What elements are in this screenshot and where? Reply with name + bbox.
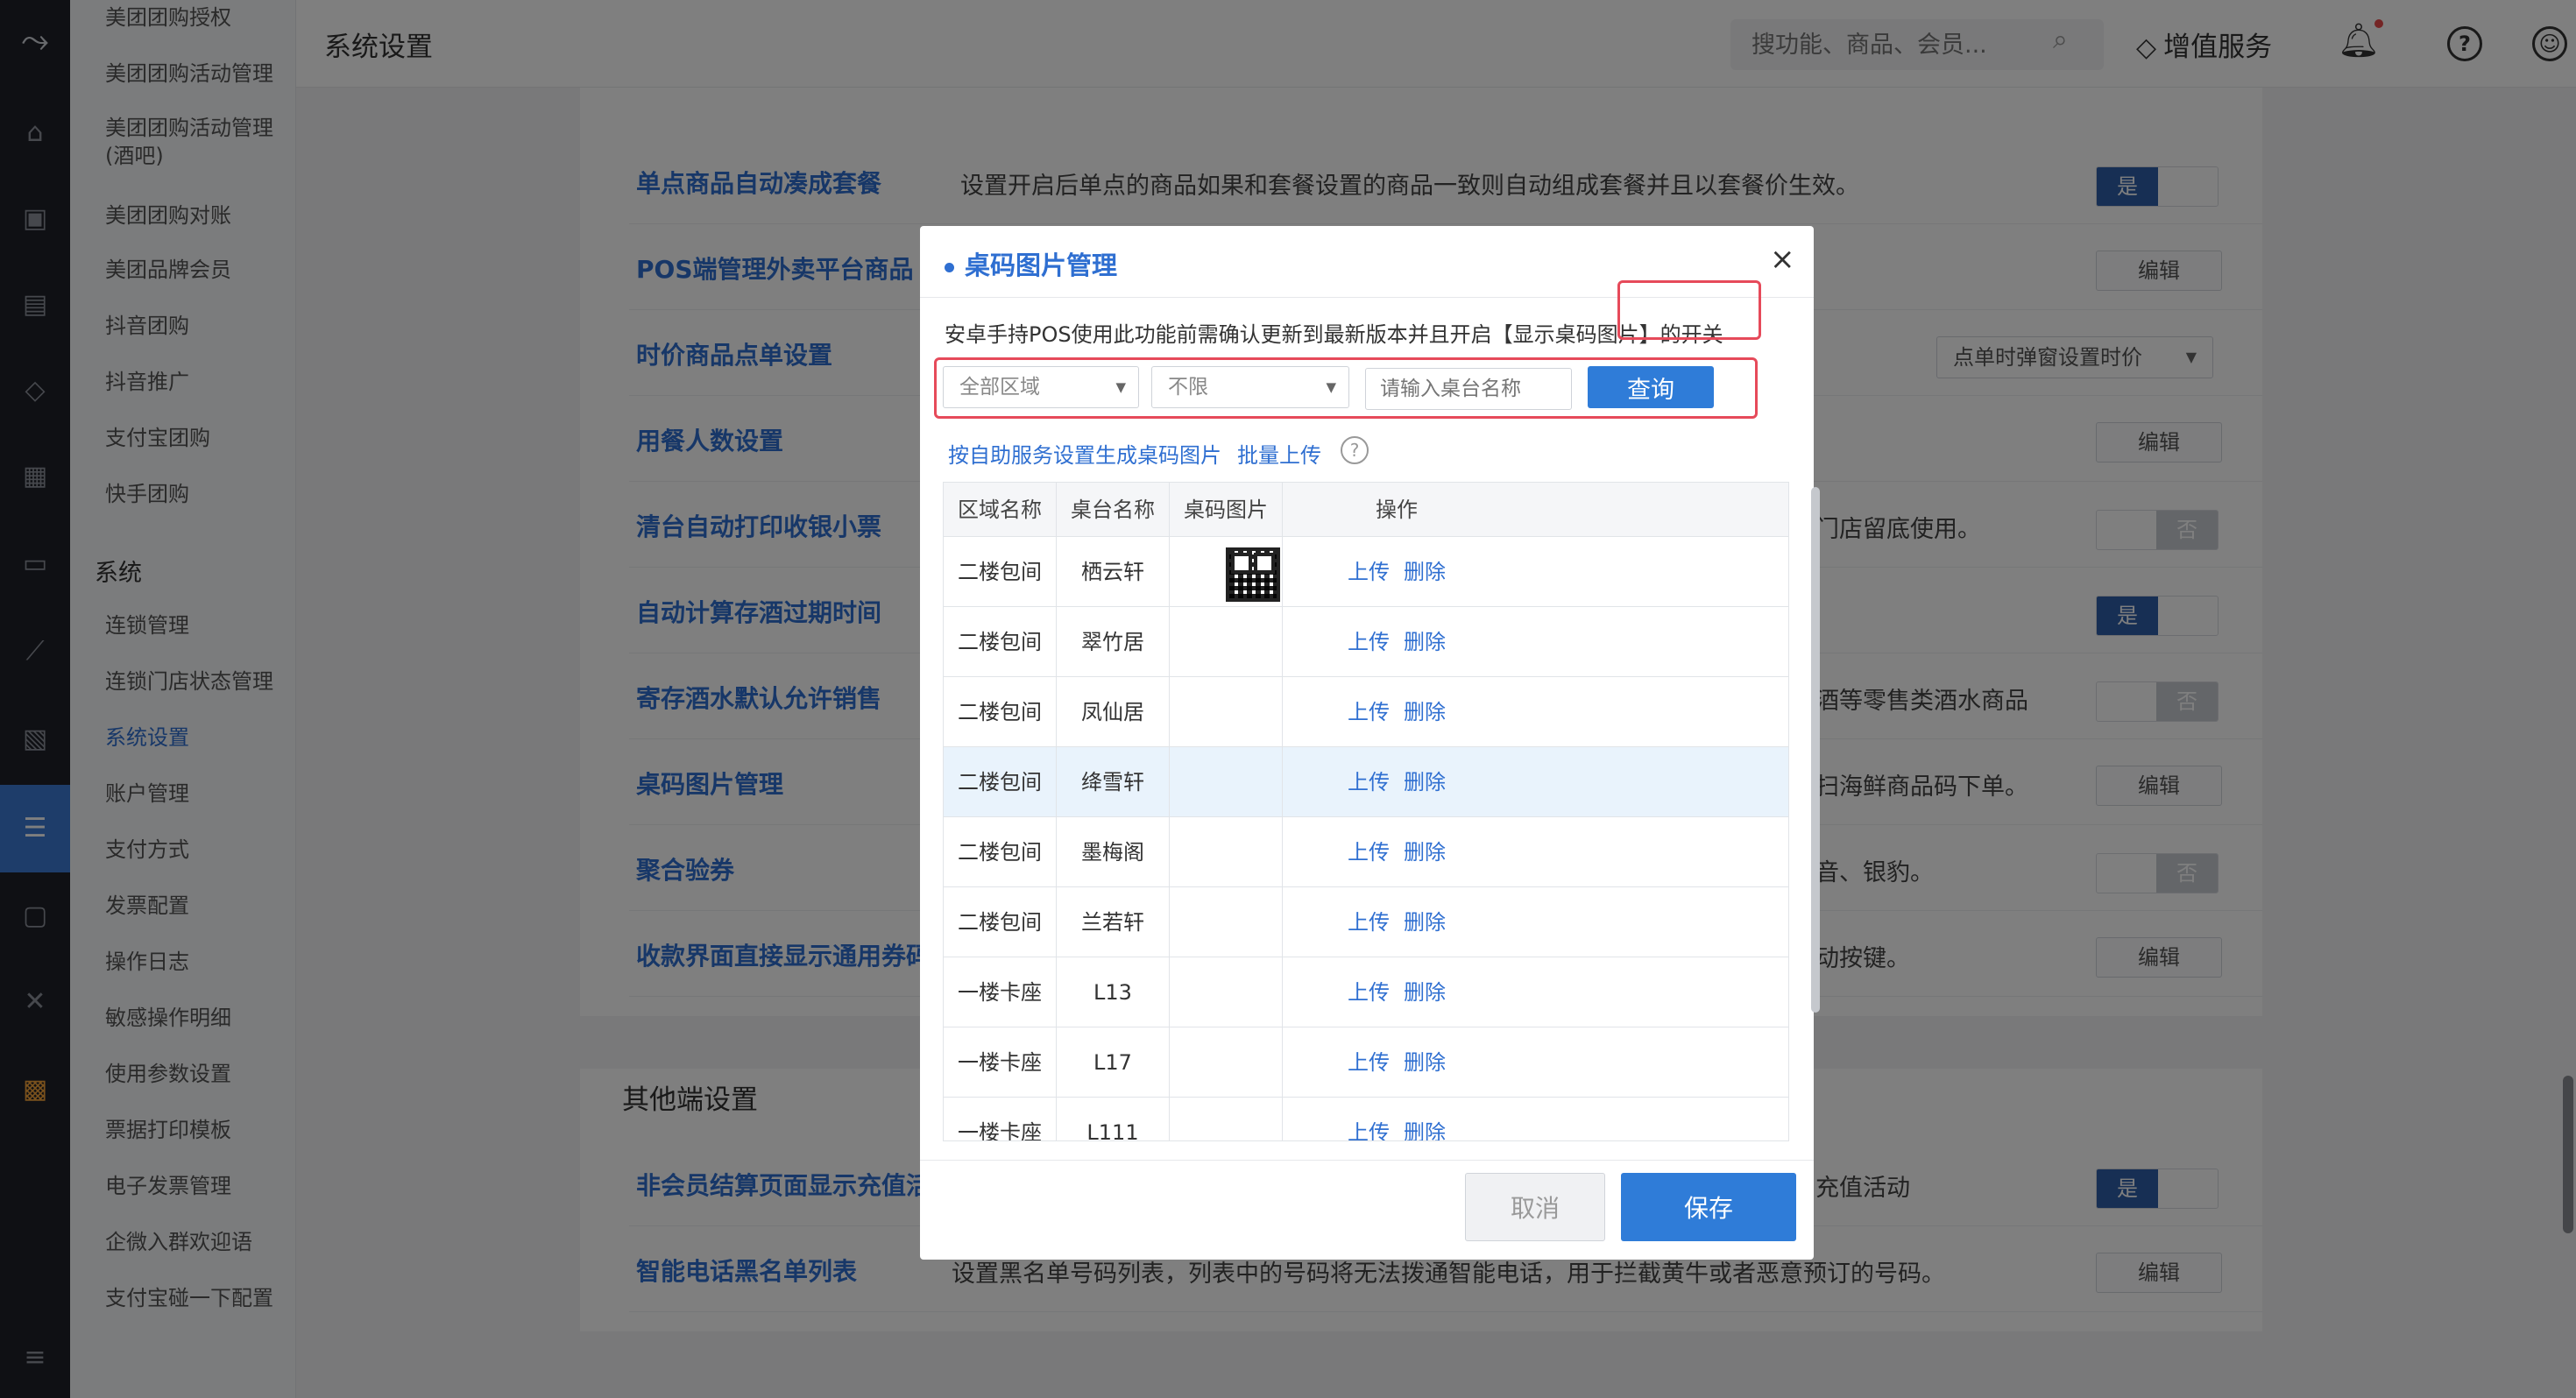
upload-link[interactable]: 上传 (1348, 980, 1390, 1005)
delete-link[interactable]: 删除 (1404, 910, 1446, 935)
ops-cell: 上传 删除 (1283, 1098, 1511, 1140)
upload-link[interactable]: 上传 (1348, 1120, 1390, 1140)
modal-scrollbar[interactable] (1811, 487, 1820, 1013)
area-cell: 二楼包间 (944, 537, 1057, 606)
qr-image-cell (1170, 677, 1283, 746)
column-header: 桌台名称 (1057, 483, 1170, 536)
column-header: 桌码图片 (1170, 483, 1283, 536)
area-cell: 一楼卡座 (944, 1027, 1057, 1097)
qr-image-cell (1170, 747, 1283, 816)
ops-cell: 上传 删除 (1283, 677, 1511, 746)
upload-link[interactable]: 上传 (1348, 630, 1390, 654)
table-name-cell: 凤仙居 (1057, 677, 1170, 746)
table-name-input[interactable] (1365, 368, 1572, 410)
table-name-cell: L17 (1057, 1027, 1170, 1097)
column-header: 区域名称 (944, 483, 1057, 536)
upload-link[interactable]: 上传 (1348, 910, 1390, 935)
area-select[interactable]: 全部区域 ▼ (943, 366, 1139, 408)
modal-title: 桌码图片管理 (945, 245, 1117, 282)
ops-cell: 上传 删除 (1283, 957, 1511, 1027)
ops-cell: 上传 删除 (1283, 817, 1511, 886)
table-qr-image-modal: 桌码图片管理 × 安卓手持POS使用此功能前需确认更新到最新版本并且开启【显示桌… (920, 226, 1820, 1260)
upload-link[interactable]: 上传 (1348, 1050, 1390, 1075)
area-cell: 二楼包间 (944, 887, 1057, 957)
chevron-down-icon: ▼ (1115, 379, 1126, 395)
area-cell: 二楼包间 (944, 607, 1057, 676)
save-button[interactable]: 保存 (1621, 1173, 1796, 1241)
qr-image-cell (1170, 887, 1283, 957)
qr-image-cell (1170, 957, 1283, 1027)
ops-cell: 上传 删除 (1283, 607, 1511, 676)
ops-cell: 上传 删除 (1283, 537, 1511, 606)
modal-notice: 安卓手持POS使用此功能前需确认更新到最新版本并且开启【显示桌码图片】的开关 (945, 322, 1723, 347)
qr-image-cell (1170, 1027, 1283, 1097)
delete-link[interactable]: 删除 (1404, 980, 1446, 1005)
qr-image-cell (1170, 1098, 1283, 1140)
ops-cell: 上传 删除 (1283, 887, 1511, 957)
table-name-cell: L111 (1057, 1098, 1170, 1140)
ops-highlight-box (1617, 280, 1761, 340)
action-links: 按自助服务设置生成桌码图片 批量上传 (948, 438, 1337, 469)
qr-code-image[interactable] (1226, 547, 1280, 602)
delete-link[interactable]: 删除 (1404, 1120, 1446, 1140)
area-cell: 一楼卡座 (944, 957, 1057, 1027)
table-row: 一楼卡座 L111 上传 删除 (944, 1098, 1788, 1140)
table-row: 二楼包间 绛雪轩 上传 删除 (944, 747, 1788, 817)
question-icon[interactable]: ? (1341, 436, 1369, 464)
column-header: 操作 (1376, 498, 1418, 522)
upload-link[interactable]: 上传 (1348, 840, 1390, 865)
table-row: 二楼包间 墨梅阁 上传 删除 (944, 817, 1788, 887)
cancel-button[interactable]: 取消 (1465, 1173, 1605, 1241)
batch-upload-link[interactable]: 批量上传 (1237, 443, 1321, 468)
area-cell: 二楼包间 (944, 747, 1057, 816)
delete-link[interactable]: 删除 (1404, 770, 1446, 794)
table-name-cell: 绛雪轩 (1057, 747, 1170, 816)
delete-link[interactable]: 删除 (1404, 1050, 1446, 1075)
table-name-cell: 兰若轩 (1057, 887, 1170, 957)
table-row: 一楼卡座 L17 上传 删除 (944, 1027, 1788, 1098)
ops-cell: 上传 删除 (1283, 1027, 1511, 1097)
generate-qr-link[interactable]: 按自助服务设置生成桌码图片 (948, 443, 1221, 468)
upload-link[interactable]: 上传 (1348, 700, 1390, 724)
ops-cell: 上传 删除 (1283, 747, 1511, 816)
table-header: 区域名称 桌台名称 桌码图片 操作 (944, 483, 1788, 537)
qr-image-cell (1170, 817, 1283, 886)
table-name-cell: L13 (1057, 957, 1170, 1027)
table-name-cell: 栖云轩 (1057, 537, 1170, 606)
query-button[interactable]: 查询 (1588, 366, 1714, 408)
area-cell: 二楼包间 (944, 817, 1057, 886)
upload-link[interactable]: 上传 (1348, 560, 1390, 584)
title-dot (945, 262, 954, 272)
delete-link[interactable]: 删除 (1404, 840, 1446, 865)
chevron-down-icon: ▼ (1326, 379, 1336, 395)
modal-footer: 取消 保存 (920, 1160, 1814, 1260)
qr-image-cell (1170, 607, 1283, 676)
table-name-cell: 墨梅阁 (1057, 817, 1170, 886)
table-row: 一楼卡座 L13 上传 删除 (944, 957, 1788, 1027)
delete-link[interactable]: 删除 (1404, 630, 1446, 654)
upload-link[interactable]: 上传 (1348, 770, 1390, 794)
table-row: 二楼包间 兰若轩 上传 删除 (944, 887, 1788, 957)
area-cell: 二楼包间 (944, 677, 1057, 746)
table-list: 区域名称 桌台名称 桌码图片 操作 二楼包间 栖云轩 上传 删除 二楼包间 翠竹居 上传 删除… (943, 482, 1789, 1141)
table-name-cell: 翠竹居 (1057, 607, 1170, 676)
delete-link[interactable]: 删除 (1404, 560, 1446, 584)
table-row: 二楼包间 凤仙居 上传 删除 (944, 677, 1788, 747)
table-row: 二楼包间 翠竹居 上传 删除 (944, 607, 1788, 677)
delete-link[interactable]: 删除 (1404, 700, 1446, 724)
area-cell: 一楼卡座 (944, 1098, 1057, 1140)
limit-select[interactable]: 不限 ▼ (1151, 366, 1349, 408)
close-icon[interactable]: × (1770, 242, 1795, 277)
table-row: 二楼包间 栖云轩 上传 删除 (944, 537, 1788, 607)
